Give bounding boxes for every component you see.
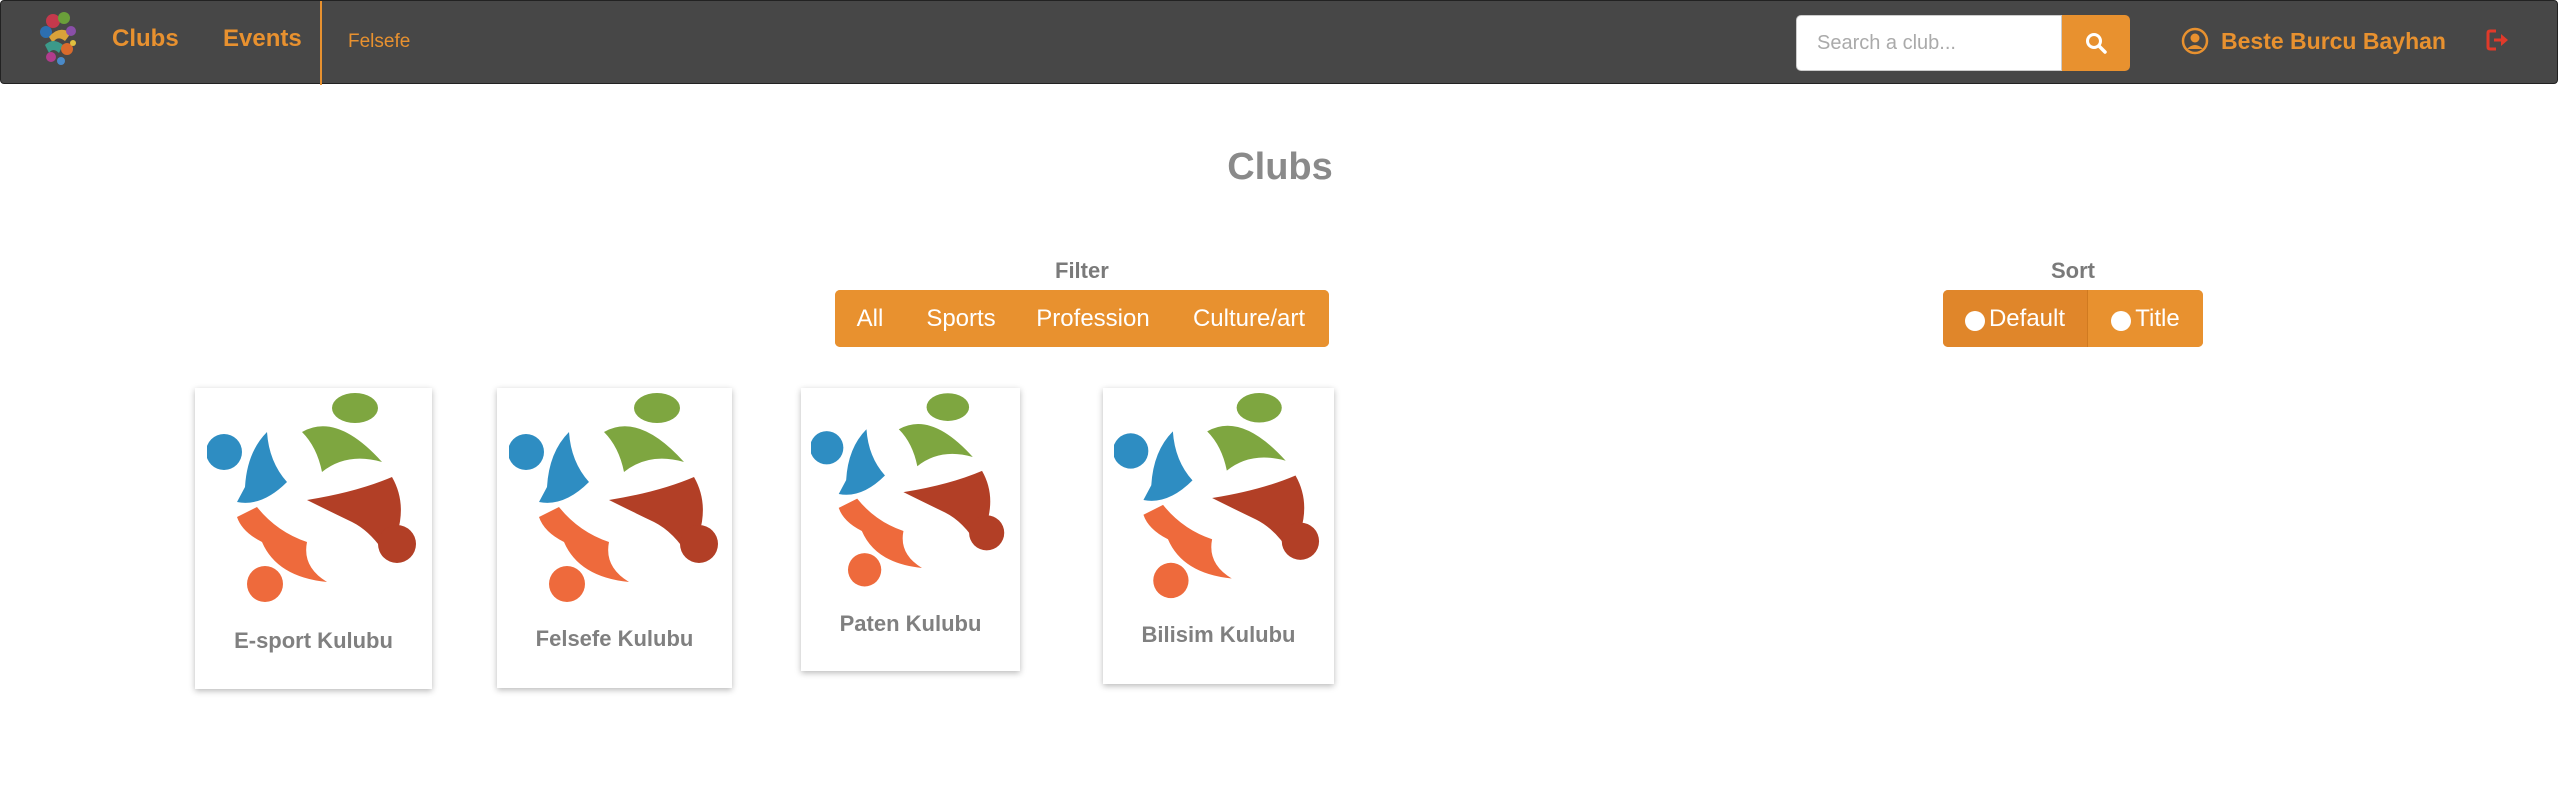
filter-sports-button[interactable]: Sports	[905, 290, 1017, 347]
nav-link-clubs[interactable]: Clubs	[112, 25, 179, 53]
sort-label: Sort	[2051, 258, 2095, 283]
filter-label: Filter	[1055, 258, 1109, 283]
club-logo-icon	[207, 393, 416, 602]
club-card[interactable]: Bilisim Kulubu	[1103, 388, 1334, 684]
filter-button-group: All Sports Profession Culture/art	[835, 290, 1329, 347]
user-menu[interactable]: Beste Burcu Bayhan	[2181, 27, 2446, 55]
nav-link-events[interactable]: Events	[223, 25, 302, 53]
sort-title-radio[interactable]: Title	[2088, 290, 2203, 347]
search-icon	[2086, 33, 2107, 54]
club-name: Paten Kulubu	[839, 611, 982, 636]
nav-divider	[320, 1, 322, 85]
sort-button-group: Default Title	[1943, 290, 2203, 347]
sort-default-label: Default	[1988, 304, 2066, 332]
radio-indicator	[2111, 310, 2132, 331]
club-logo-icon	[1114, 393, 1320, 599]
club-card[interactable]: Felsefe Kulubu	[497, 388, 732, 688]
club-card[interactable]: E-sport Kulubu	[195, 388, 432, 689]
sort-title-label: Title	[2135, 304, 2180, 332]
site-logo[interactable]	[31, 7, 87, 67]
club-name: Bilisim Kulubu	[1141, 622, 1296, 647]
filter-culture-art-button[interactable]: Culture/art	[1169, 290, 1329, 347]
top-navbar: Clubs Events Felsefe Beste Burcu Bayhan	[0, 0, 2558, 85]
club-logo-icon	[509, 393, 718, 602]
filter-all-button[interactable]: All	[835, 290, 905, 347]
club-name: E-sport Kulubu	[234, 628, 393, 653]
radio-indicator	[1964, 310, 1985, 331]
sort-default-radio[interactable]: Default	[1943, 290, 2088, 347]
user-name: Beste Burcu Bayhan	[2221, 27, 2446, 54]
filter-profession-button[interactable]: Profession	[1017, 290, 1169, 347]
club-name: Felsefe Kulubu	[535, 626, 694, 651]
club-logo-icon	[811, 393, 1005, 587]
search-button[interactable]	[2062, 15, 2130, 71]
club-card[interactable]: Paten Kulubu	[801, 388, 1020, 671]
search-input[interactable]	[1796, 15, 2062, 71]
user-circle-icon	[2181, 27, 2209, 55]
nav-link-current-club[interactable]: Felsefe	[348, 31, 410, 53]
page-title: Clubs	[1227, 146, 1333, 188]
logout-icon[interactable]	[2485, 27, 2511, 53]
